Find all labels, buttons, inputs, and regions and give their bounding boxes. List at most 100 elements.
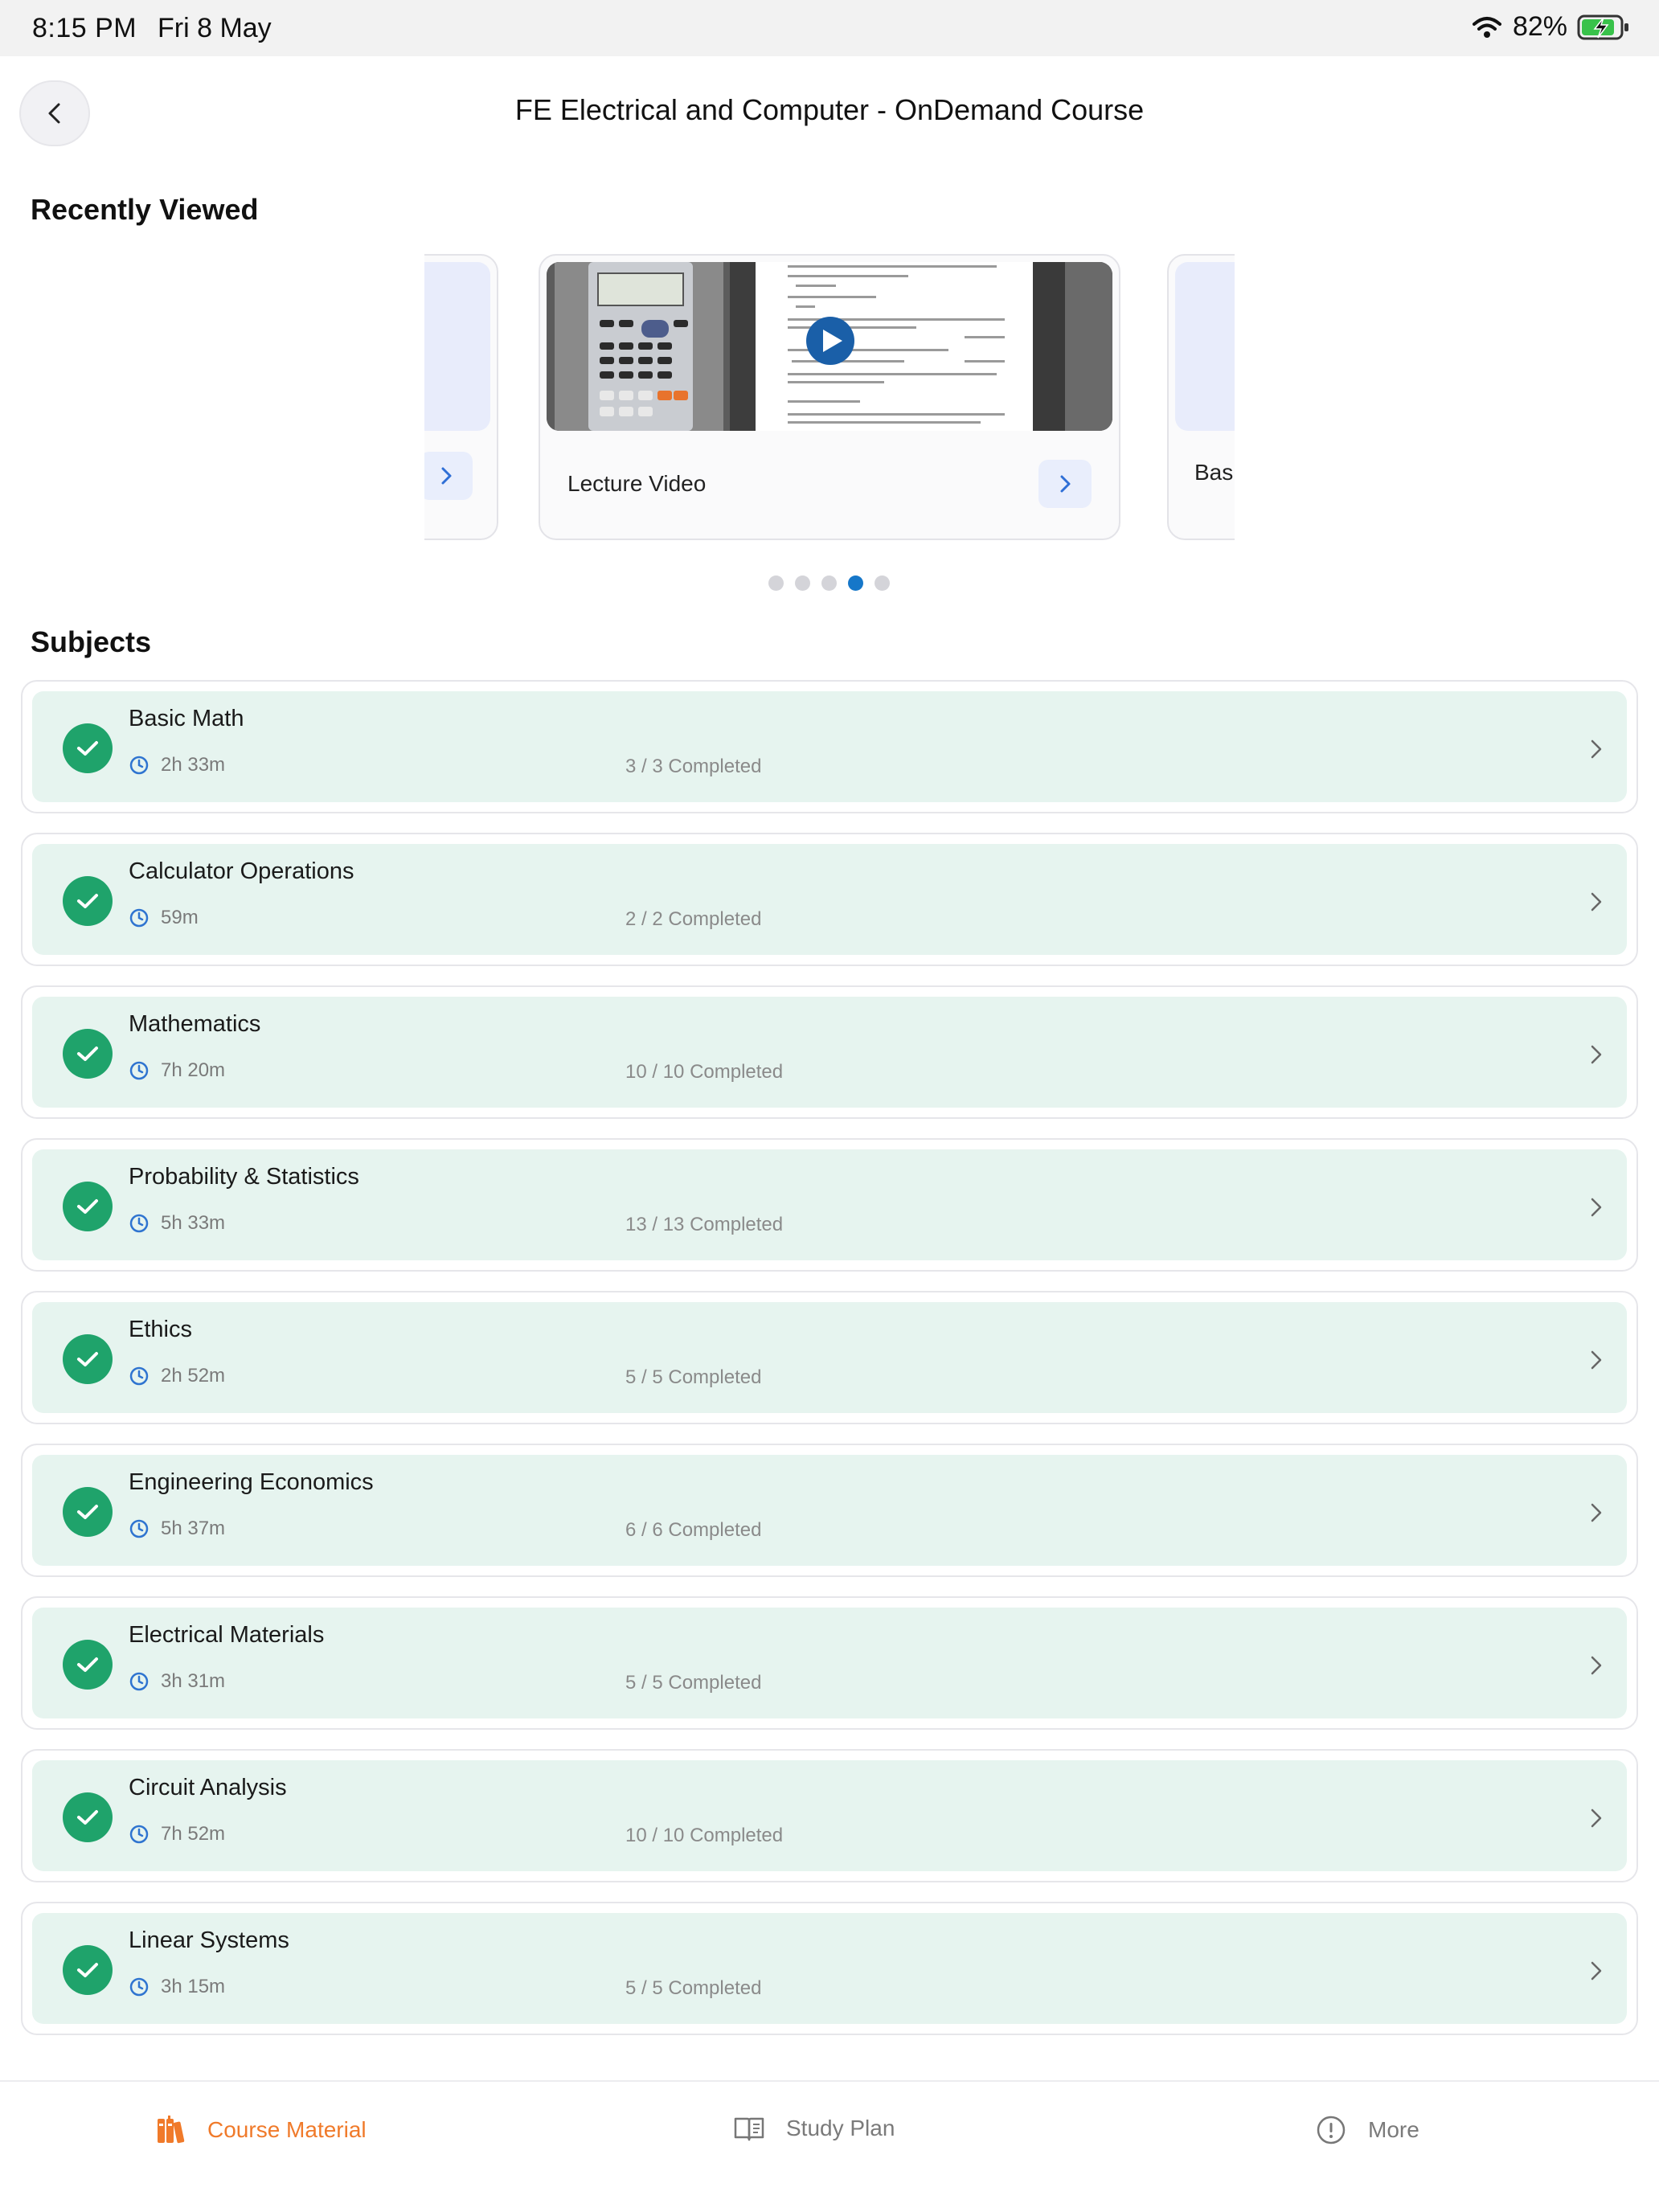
subject-list: Basic Math 2h 33m 3 / 3 Completed Calcul… xyxy=(21,680,1638,2054)
wifi-icon xyxy=(1472,16,1501,38)
subject-name: Probability & Statistics xyxy=(129,1164,359,1190)
subject-row[interactable]: Basic Math 2h 33m 3 / 3 Completed xyxy=(21,680,1638,813)
subject-duration-text: 2h 33m xyxy=(161,754,226,776)
clock-icon xyxy=(129,908,149,928)
recent-card-open-button[interactable] xyxy=(424,452,473,500)
recent-card[interactable] xyxy=(424,254,498,540)
subject-progress: 10 / 10 Completed xyxy=(625,1825,784,1846)
chevron-right-icon[interactable] xyxy=(1580,733,1612,765)
battery-charging-icon xyxy=(1577,14,1628,39)
tab-bar: Course Material Study Plan More xyxy=(0,2080,1659,2212)
recent-card[interactable]: Basi xyxy=(1167,254,1235,540)
video-thumbnail xyxy=(547,262,1112,431)
completed-check-icon xyxy=(63,1792,113,1842)
recent-card-label: Basi xyxy=(1194,460,1235,485)
page-title: FE Electrical and Computer - OnDemand Co… xyxy=(514,93,1145,126)
subject-row[interactable]: Probability & Statistics 5h 33m 13 / 13 … xyxy=(21,1138,1638,1272)
subject-row-body[interactable]: Basic Math 2h 33m 3 / 3 Completed xyxy=(32,691,1627,802)
recent-card-open-button[interactable] xyxy=(1038,460,1092,508)
subject-row-body[interactable]: Electrical Materials 3h 31m 5 / 5 Comple… xyxy=(32,1608,1627,1718)
recent-card-thumbnail xyxy=(1175,262,1235,431)
subject-row[interactable]: Linear Systems 3h 15m 5 / 5 Completed xyxy=(21,1902,1638,2035)
pager-dot-active[interactable] xyxy=(848,576,863,591)
subject-name: Electrical Materials xyxy=(129,1622,325,1648)
completed-check-icon xyxy=(63,1487,113,1537)
subject-duration: 7h 52m xyxy=(129,1823,225,1845)
clock-icon xyxy=(129,1825,149,1844)
subject-row-body[interactable]: Engineering Economics 5h 37m 6 / 6 Compl… xyxy=(32,1455,1627,1566)
chevron-right-icon xyxy=(441,467,452,485)
tab-label: Course Material xyxy=(207,2117,367,2142)
subject-row-body[interactable]: Probability & Statistics 5h 33m 13 / 13 … xyxy=(32,1149,1627,1260)
tab-course-material[interactable]: Course Material xyxy=(154,2114,367,2146)
subject-progress: 5 / 5 Completed xyxy=(625,1977,762,1999)
subject-row[interactable]: Calculator Operations 59m 2 / 2 Complete… xyxy=(21,833,1638,966)
subject-duration-text: 7h 52m xyxy=(161,1823,226,1845)
chevron-right-icon[interactable] xyxy=(1580,1191,1612,1223)
completed-check-icon xyxy=(63,1334,113,1384)
pager-dot[interactable] xyxy=(875,576,890,591)
completed-check-icon xyxy=(63,1640,113,1690)
books-icon xyxy=(158,2116,185,2144)
chevron-right-icon[interactable] xyxy=(1580,1344,1612,1376)
chevron-right-icon[interactable] xyxy=(1580,1497,1612,1529)
status-date: Fri 8 May xyxy=(158,13,272,43)
subject-row-body[interactable]: Calculator Operations 59m 2 / 2 Complete… xyxy=(32,844,1627,955)
subject-duration: 7h 20m xyxy=(129,1059,225,1082)
status-time: 8:15 PM xyxy=(32,13,137,43)
recently-viewed-title: Recently Viewed xyxy=(31,193,259,226)
recent-card-lecture-video[interactable]: Lecture Video xyxy=(539,254,1120,540)
subject-row-body[interactable]: Linear Systems 3h 15m 5 / 5 Completed xyxy=(32,1913,1627,2024)
clock-icon xyxy=(129,756,149,775)
calculator-document-image xyxy=(547,262,1112,431)
subject-progress: 2 / 2 Completed xyxy=(625,908,762,930)
clock-icon xyxy=(129,1366,149,1386)
completed-check-icon xyxy=(63,1029,113,1079)
chevron-right-icon[interactable] xyxy=(1580,1955,1612,1987)
clock-icon xyxy=(129,1214,149,1233)
subjects-title: Subjects xyxy=(31,625,152,658)
clock-icon xyxy=(129,1519,149,1538)
subject-duration: 3h 31m xyxy=(129,1670,225,1693)
tab-study-plan[interactable]: Study Plan xyxy=(733,2114,895,2143)
subject-row[interactable]: Circuit Analysis 7h 52m 10 / 10 Complete… xyxy=(21,1749,1638,1882)
chevron-right-icon[interactable] xyxy=(1580,1649,1612,1682)
open-book-icon xyxy=(734,2117,764,2141)
chevron-right-icon[interactable] xyxy=(1580,886,1612,918)
subject-duration: 3h 15m xyxy=(129,1976,225,1998)
info-icon xyxy=(1317,2116,1346,2144)
subject-duration-text: 5h 33m xyxy=(161,1212,226,1234)
chevron-right-icon[interactable] xyxy=(1580,1802,1612,1834)
subject-progress: 6 / 6 Completed xyxy=(625,1519,762,1541)
subject-row[interactable]: Ethics 2h 52m 5 / 5 Completed xyxy=(21,1291,1638,1424)
subject-progress: 13 / 13 Completed xyxy=(625,1214,784,1235)
clock-icon xyxy=(129,1672,149,1691)
recently-viewed-carousel[interactable]: Lecture Video Basi xyxy=(424,254,1235,543)
pager-dot[interactable] xyxy=(821,576,837,591)
chevron-right-icon[interactable] xyxy=(1580,1038,1612,1071)
subject-row-body[interactable]: Mathematics 7h 20m 10 / 10 Completed xyxy=(32,997,1627,1108)
subject-row-body[interactable]: Ethics 2h 52m 5 / 5 Completed xyxy=(32,1302,1627,1413)
pager-dot[interactable] xyxy=(795,576,810,591)
subject-duration: 59m xyxy=(129,907,199,929)
subject-row-body[interactable]: Circuit Analysis 7h 52m 10 / 10 Complete… xyxy=(32,1760,1627,1871)
subject-name: Ethics xyxy=(129,1317,192,1342)
header: FE Electrical and Computer - OnDemand Co… xyxy=(0,56,1659,169)
subject-progress: 10 / 10 Completed xyxy=(625,1061,784,1083)
pager-dot[interactable] xyxy=(768,576,784,591)
subject-duration: 2h 52m xyxy=(129,1365,225,1387)
subject-row[interactable]: Engineering Economics 5h 37m 6 / 6 Compl… xyxy=(21,1444,1638,1577)
subject-name: Basic Math xyxy=(129,706,244,731)
tab-more[interactable]: More xyxy=(1315,2114,1419,2146)
subject-progress: 3 / 3 Completed xyxy=(625,756,762,777)
subject-duration-text: 2h 52m xyxy=(161,1365,226,1387)
carousel-pager[interactable] xyxy=(768,576,890,591)
tab-label: More xyxy=(1368,2117,1419,2142)
recent-card-thumbnail xyxy=(424,262,490,431)
subject-row[interactable]: Mathematics 7h 20m 10 / 10 Completed xyxy=(21,985,1638,1119)
subject-name: Engineering Economics xyxy=(129,1469,374,1495)
subject-duration-text: 5h 37m xyxy=(161,1518,226,1539)
subject-row[interactable]: Electrical Materials 3h 31m 5 / 5 Comple… xyxy=(21,1596,1638,1730)
subject-duration-text: 7h 20m xyxy=(161,1059,226,1081)
subject-progress: 5 / 5 Completed xyxy=(625,1672,762,1694)
